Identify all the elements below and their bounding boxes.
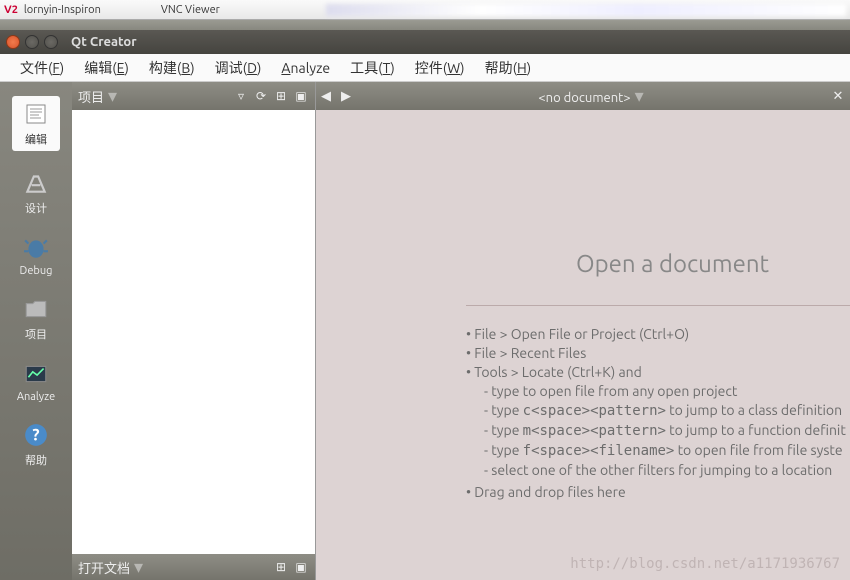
welcome-sub-4: - type f<space><filename> to open file f… [484, 442, 850, 459]
menu-widgets[interactable]: 控件(W) [405, 54, 475, 82]
nav-back-icon[interactable]: ◀ [316, 89, 336, 104]
split-icon[interactable]: ⊞ [273, 88, 289, 104]
mode-design-label: 设计 [25, 200, 47, 216]
open-docs-selector[interactable]: 打开文档 [78, 557, 143, 578]
welcome-line-3: • Tools > Locate (Ctrl+K) and [466, 364, 850, 380]
window-maximize-button[interactable] [44, 35, 58, 49]
filter-icon[interactable]: ▿ [233, 88, 249, 104]
menu-edit[interactable]: 编辑(E) [74, 54, 139, 82]
vnc-logo: V2 [4, 4, 18, 16]
menu-debug[interactable]: 调试(D) [205, 54, 272, 82]
welcome-sub-1: - type to open file from any open projec… [484, 383, 850, 399]
debug-icon [22, 234, 50, 262]
sync-icon[interactable]: ⟳ [253, 88, 269, 104]
welcome-title: Open a document [576, 250, 850, 277]
editor-column: ◀ ▶ <no document> ✕ Open a document • Fi… [316, 82, 850, 580]
project-selector[interactable]: 项目 [78, 86, 117, 107]
welcome-sub-5: - select one of the other filters for ju… [484, 462, 850, 478]
menu-help[interactable]: 帮助(H) [475, 54, 542, 82]
welcome-panel: Open a document • File > Open File or Pr… [316, 110, 850, 580]
mode-analyze-label: Analyze [17, 391, 55, 403]
vnc-titlebar: V2 lornyin-Inspiron VNC Viewer [0, 0, 850, 20]
project-pane-header: 项目 ▿ ⟳ ⊞ ▣ [72, 82, 315, 110]
design-icon [22, 169, 50, 197]
window-minimize-button[interactable] [25, 35, 39, 49]
open-docs-tools: ⊞ ▣ [273, 559, 309, 575]
welcome-line-4: • Drag and drop files here [466, 484, 850, 500]
document-toolbar: ◀ ▶ <no document> ✕ [316, 82, 850, 110]
mode-edit-label: 编辑 [25, 131, 47, 147]
help-icon: ? [22, 421, 50, 449]
open-docs-header: 打开文档 ⊞ ▣ [72, 554, 315, 580]
mode-help[interactable]: ? 帮助 [22, 421, 50, 468]
mode-help-label: 帮助 [25, 452, 47, 468]
watermark: http://blog.csdn.net/a1171936767 [570, 556, 840, 572]
project-icon [22, 295, 50, 323]
mode-project[interactable]: 项目 [22, 295, 50, 342]
nav-forward-icon[interactable]: ▶ [336, 89, 356, 104]
mode-debug[interactable]: Debug [20, 234, 53, 277]
mode-analyze[interactable]: Analyze [17, 360, 55, 403]
close-pane-icon-2[interactable]: ▣ [293, 559, 309, 575]
analyze-icon [22, 360, 50, 388]
mode-design[interactable]: 设计 [22, 169, 50, 216]
welcome-sub-2: - type c<space><pattern> to jump to a cl… [484, 402, 850, 419]
vnc-appname: VNC Viewer [161, 4, 220, 16]
welcome-line-2: • File > Recent Files [466, 345, 850, 361]
document-selector[interactable]: <no document> [356, 86, 826, 107]
close-pane-icon[interactable]: ▣ [293, 88, 309, 104]
menubar: 文件(F) 编辑(E) 构建(B) 调试(D) Analyze 工具(T) 控件… [0, 54, 850, 82]
window-title: Qt Creator [71, 35, 137, 49]
window-titlebar: Qt Creator [0, 30, 850, 54]
mode-debug-label: Debug [20, 265, 53, 277]
window-close-button[interactable] [6, 35, 20, 49]
main-region: 编辑 设计 Debug 项目 Analyze [0, 82, 850, 580]
project-tree[interactable] [72, 110, 315, 554]
welcome-divider [466, 305, 850, 306]
svg-text:?: ? [32, 426, 39, 444]
mode-project-label: 项目 [25, 326, 47, 342]
menu-analyze[interactable]: Analyze [271, 56, 340, 80]
taskbar-background [0, 20, 850, 30]
split-icon-2[interactable]: ⊞ [273, 559, 289, 575]
project-pane: 项目 ▿ ⟳ ⊞ ▣ 打开文档 ⊞ ▣ [72, 82, 316, 580]
welcome-sub-3: - type m<space><pattern> to jump to a fu… [484, 422, 850, 439]
mode-rail: 编辑 设计 Debug 项目 Analyze [0, 82, 72, 580]
menu-tools[interactable]: 工具(T) [340, 54, 405, 82]
welcome-line-1: • File > Open File or Project (Ctrl+O) [466, 326, 850, 342]
close-document-icon[interactable]: ✕ [826, 89, 850, 104]
mode-edit[interactable]: 编辑 [12, 96, 60, 151]
vnc-blurred-region [326, 4, 846, 16]
menu-build[interactable]: 构建(B) [139, 54, 205, 82]
vnc-hostname: lornyin-Inspiron [24, 4, 101, 16]
edit-icon [22, 100, 50, 128]
project-header-tools: ▿ ⟳ ⊞ ▣ [233, 88, 309, 104]
menu-file[interactable]: 文件(F) [10, 54, 74, 82]
